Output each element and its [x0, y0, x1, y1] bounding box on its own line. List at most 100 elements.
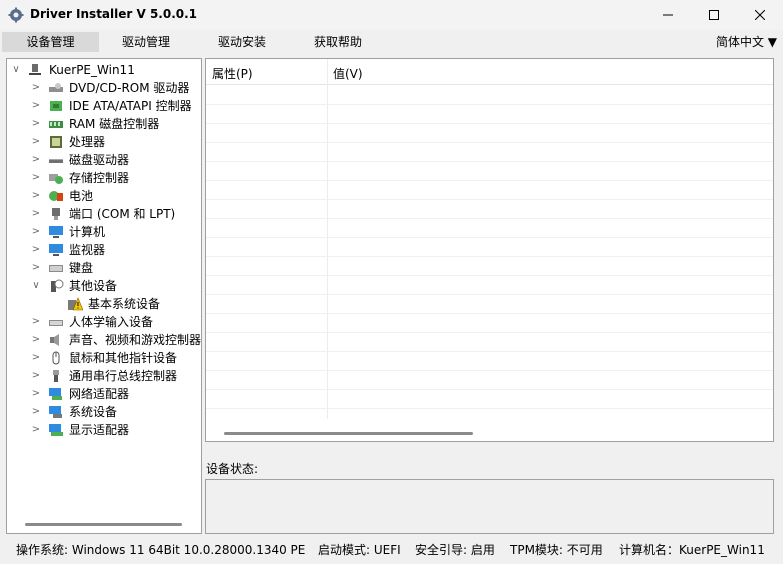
tree-item-monitor[interactable]: > 监视器	[7, 241, 201, 259]
keyboard-icon	[49, 265, 63, 272]
usb-icon	[53, 370, 59, 382]
title-bar: Driver Installer V 5.0.0.1	[0, 0, 783, 30]
chevron-down-icon[interactable]: ∨	[11, 61, 21, 79]
tree-item-storage[interactable]: > 存储控制器	[7, 169, 201, 187]
unknown-device-icon	[51, 279, 64, 292]
properties-list[interactable]: 属性(P) 值(V)	[205, 58, 774, 442]
speaker-icon	[50, 334, 59, 346]
computer-icon	[49, 226, 63, 238]
tree-item-dvd[interactable]: > DVD/CD-ROM 驱动器	[7, 79, 201, 97]
hid-icon	[49, 320, 63, 326]
tree-item-network[interactable]: > 网络适配器	[7, 385, 201, 403]
chevron-right-icon[interactable]: >	[31, 205, 41, 223]
column-property[interactable]: 属性(P)	[212, 65, 253, 82]
chevron-right-icon[interactable]: >	[31, 421, 41, 439]
warning-icon	[68, 297, 83, 311]
tree-item-usb[interactable]: > 通用串行总线控制器	[7, 367, 201, 385]
grid-line	[206, 104, 773, 105]
grid-line	[206, 161, 773, 162]
chevron-right-icon[interactable]: >	[31, 115, 41, 133]
grid-line	[206, 256, 773, 257]
properties-horizontal-scrollbar[interactable]	[224, 432, 473, 435]
tree-horizontal-scrollbar[interactable]	[25, 523, 182, 526]
chevron-right-icon[interactable]: >	[31, 313, 41, 331]
language-select[interactable]: 简体中文 ▼	[716, 32, 777, 52]
grid-line	[206, 142, 773, 143]
tree-item-keyboard[interactable]: > 键盘	[7, 259, 201, 277]
system-device-icon	[49, 406, 62, 418]
os-info: 操作系统: Windows 11 64Bit 10.0.28000.1340 P…	[16, 543, 306, 557]
chevron-right-icon[interactable]: >	[31, 97, 41, 115]
computer-name: 计算机名：KuerPE_Win11	[619, 543, 765, 557]
chevron-right-icon[interactable]: >	[31, 187, 41, 205]
tree-item-battery[interactable]: > 电池	[7, 187, 201, 205]
chevron-right-icon[interactable]: >	[31, 133, 41, 151]
tree-item-system[interactable]: > 系统设备	[7, 403, 201, 421]
tree-root[interactable]: ∨ KuerPE_Win11	[7, 61, 201, 79]
minimize-button[interactable]	[645, 0, 691, 30]
chevron-right-icon[interactable]: >	[31, 241, 41, 259]
maximize-button[interactable]	[691, 0, 737, 30]
chevron-right-icon[interactable]: >	[31, 169, 41, 187]
tree-item-hid[interactable]: > 人体学输入设备	[7, 313, 201, 331]
chevron-right-icon[interactable]: >	[31, 331, 41, 349]
disk-drive-icon	[49, 159, 63, 163]
window-title: Driver Installer V 5.0.0.1	[30, 7, 198, 21]
secure-boot: 安全引导: 启用	[415, 543, 495, 557]
close-icon	[755, 10, 765, 20]
port-icon	[52, 208, 60, 220]
chevron-right-icon[interactable]: >	[31, 367, 41, 385]
tree-item-mouse[interactable]: > 鼠标和其他指针设备	[7, 349, 201, 367]
tree-item-sound[interactable]: > 声音、视频和游戏控制器	[7, 331, 201, 349]
tree-item-other[interactable]: ∨ 其他设备	[7, 277, 201, 295]
device-status-label: 设备状态:	[206, 462, 259, 476]
network-adapter-icon	[49, 388, 62, 400]
tree-item-ide[interactable]: > IDE ATA/ATAPI 控制器	[7, 97, 201, 115]
chevron-right-icon[interactable]: >	[31, 403, 41, 421]
boot-mode: 启动模式: UEFI	[318, 543, 401, 557]
grid-line	[206, 313, 773, 314]
tree-item-processor[interactable]: > 处理器	[7, 133, 201, 151]
column-value[interactable]: 值(V)	[333, 65, 363, 82]
storage-controller-icon	[49, 174, 63, 184]
tree-item-computer[interactable]: > 计算机	[7, 223, 201, 241]
grid-line	[206, 218, 773, 219]
properties-header: 属性(P) 值(V)	[206, 59, 773, 85]
maximize-icon	[709, 10, 719, 20]
chevron-right-icon[interactable]: >	[31, 385, 41, 403]
grid-line	[206, 199, 773, 200]
grid-line	[206, 370, 773, 371]
grid-line	[206, 180, 773, 181]
computer-icon	[29, 64, 41, 75]
grid-line	[206, 123, 773, 124]
display-adapter-icon	[49, 424, 63, 436]
grid-line	[206, 332, 773, 333]
tree-item-base-system-device[interactable]: 基本系统设备	[7, 295, 201, 313]
close-button[interactable]	[737, 0, 783, 30]
chevron-right-icon[interactable]: >	[31, 151, 41, 169]
ram-icon	[49, 121, 63, 128]
processor-icon	[50, 136, 62, 148]
column-divider	[327, 59, 328, 419]
mouse-icon	[52, 351, 60, 365]
tab-get-help[interactable]: 获取帮助	[291, 32, 385, 52]
grid-line	[206, 351, 773, 352]
disc-drive-icon	[49, 83, 63, 92]
tab-device-manager[interactable]: 设备管理	[2, 32, 99, 52]
status-bar: 操作系统: Windows 11 64Bit 10.0.28000.1340 P…	[0, 538, 783, 560]
chevron-right-icon[interactable]: >	[31, 223, 41, 241]
tab-driver-install[interactable]: 驱动安装	[195, 32, 289, 52]
tree-item-ram[interactable]: > RAM 磁盘控制器	[7, 115, 201, 133]
device-tree[interactable]: ∨ KuerPE_Win11 > DVD/CD-ROM 驱动器 > IDE AT…	[6, 58, 202, 534]
chevron-right-icon[interactable]: >	[31, 259, 41, 277]
chevron-right-icon[interactable]: >	[31, 79, 41, 97]
tab-driver-manager[interactable]: 驱动管理	[99, 32, 193, 52]
chevron-down-icon[interactable]: ∨	[31, 277, 41, 295]
tree-item-disk[interactable]: > 磁盘驱动器	[7, 151, 201, 169]
chevron-right-icon[interactable]: >	[31, 349, 41, 367]
grid-line	[206, 389, 773, 390]
gear-icon	[8, 7, 24, 23]
tree-item-display[interactable]: > 显示适配器	[7, 421, 201, 439]
device-status-box	[205, 479, 774, 534]
tree-item-port[interactable]: > 端口 (COM 和 LPT)	[7, 205, 201, 223]
